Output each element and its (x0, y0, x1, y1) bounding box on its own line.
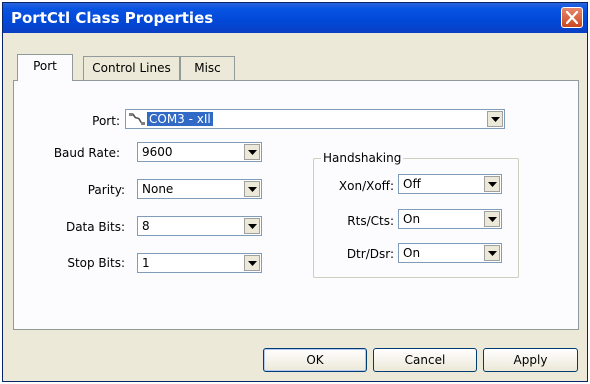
baud-rate-value: 9600 (142, 145, 173, 159)
baud-rate-dropdown-button[interactable] (244, 144, 260, 160)
rts-cts-dropdown-button[interactable] (484, 211, 500, 227)
dtr-dsr-dropdown-button[interactable] (484, 245, 500, 261)
chevron-down-icon (248, 187, 257, 192)
parity-value: None (142, 182, 174, 196)
tab-misc[interactable]: Misc (180, 56, 235, 80)
tab-label: Misc (194, 61, 221, 75)
chevron-down-icon (488, 182, 497, 187)
chevron-down-icon (488, 251, 497, 256)
title-bar[interactable]: PortCtl Class Properties (3, 3, 587, 33)
tab-label: Port (33, 59, 57, 73)
dtr-dsr-value: On (403, 246, 421, 260)
chevron-down-icon (248, 150, 257, 155)
handshaking-legend: Handshaking (321, 151, 404, 165)
ok-button[interactable]: OK (263, 348, 367, 372)
parity-select[interactable]: None (137, 179, 262, 199)
apply-button[interactable]: Apply (483, 348, 578, 372)
rts-cts-select[interactable]: On (398, 209, 502, 229)
port-label: Port: (92, 114, 120, 128)
dtr-dsr-label: Dtr/Dsr: (346, 247, 394, 261)
xon-xoff-select[interactable]: Off (398, 174, 502, 194)
tab-label: Control Lines (92, 61, 171, 75)
serial-cable-icon (129, 113, 145, 125)
data-bits-label: Data Bits: (65, 220, 125, 234)
xon-xoff-value: Off (403, 177, 421, 191)
stop-bits-dropdown-button[interactable] (244, 255, 260, 271)
window-title: PortCtl Class Properties (11, 9, 214, 27)
stop-bits-value: 1 (142, 256, 150, 270)
tab-port[interactable]: Port (17, 54, 73, 81)
stop-bits-select[interactable]: 1 (137, 253, 262, 273)
parity-label: Parity: (87, 183, 125, 197)
chevron-down-icon (248, 224, 257, 229)
port-dropdown-button[interactable] (487, 111, 503, 127)
close-button[interactable] (561, 7, 583, 28)
xon-xoff-label: Xon/Xoff: (338, 179, 394, 193)
xon-xoff-dropdown-button[interactable] (484, 176, 500, 192)
rts-cts-value: On (403, 212, 421, 226)
cancel-button[interactable]: Cancel (373, 348, 477, 372)
baud-rate-select[interactable]: 9600 (137, 142, 262, 162)
dtr-dsr-select[interactable]: On (398, 243, 502, 263)
tab-control-lines[interactable]: Control Lines (83, 56, 180, 80)
port-selected-value: COM3 - xIl (147, 112, 213, 126)
close-icon (566, 11, 578, 24)
chevron-down-icon (488, 217, 497, 222)
data-bits-dropdown-button[interactable] (244, 218, 260, 234)
baud-rate-label: Baud Rate: (53, 146, 120, 160)
rts-cts-label: Rts/Cts: (347, 214, 394, 228)
port-select[interactable]: COM3 - xIl (125, 109, 505, 129)
data-bits-value: 8 (142, 219, 150, 233)
chevron-down-icon (248, 261, 257, 266)
parity-dropdown-button[interactable] (244, 181, 260, 197)
stop-bits-label: Stop Bits: (67, 256, 125, 270)
data-bits-select[interactable]: 8 (137, 216, 262, 236)
dialog-window: PortCtl Class Properties Port Control Li… (2, 2, 588, 382)
chevron-down-icon (491, 117, 500, 122)
